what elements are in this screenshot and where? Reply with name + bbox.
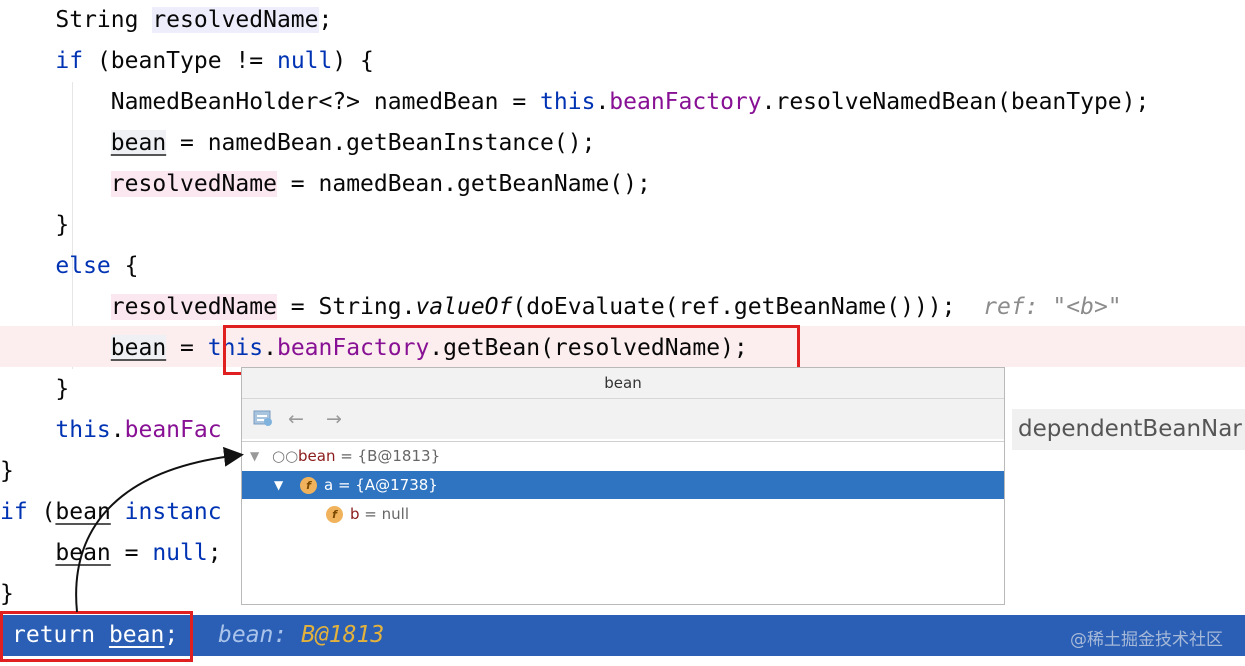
code-editor[interactable]: String resolvedName; if (beanType != nul… xyxy=(0,0,1245,666)
annotation-arrow xyxy=(75,446,244,613)
